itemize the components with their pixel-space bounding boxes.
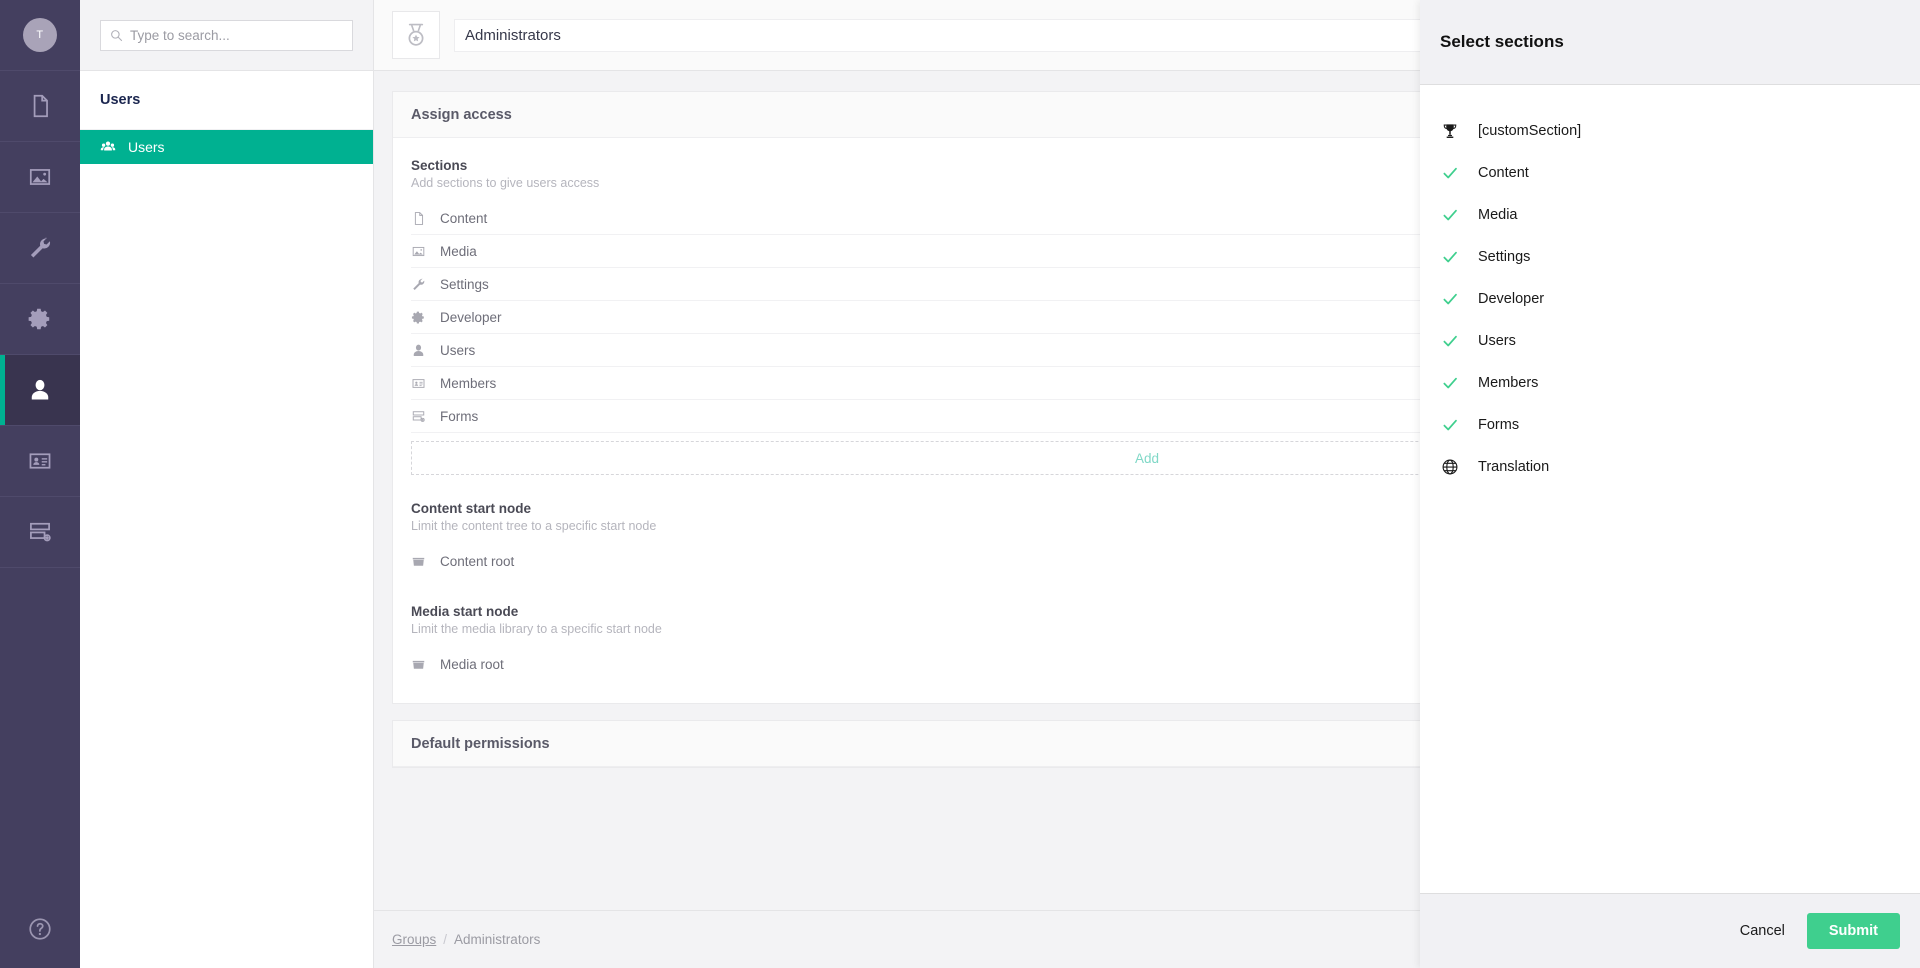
rail-spacer [0, 568, 80, 890]
rail-item-forms[interactable] [0, 497, 80, 568]
gear-icon [411, 311, 424, 323]
id-card-icon [29, 453, 51, 469]
rail-item-members[interactable] [0, 426, 80, 497]
sidebar-item-users[interactable]: Users [80, 130, 373, 164]
avatar[interactable]: T [23, 18, 57, 52]
user-icon [413, 344, 424, 356]
search-bar [80, 0, 373, 71]
trophy-icon [1440, 121, 1460, 141]
search-input[interactable] [130, 27, 343, 43]
check-icon [1440, 247, 1460, 267]
overlay-item-label: Members [1478, 375, 1539, 391]
document-icon [414, 211, 424, 225]
help-circle-icon [29, 918, 51, 940]
overlay-item-users[interactable]: Users [1440, 320, 1900, 362]
rail-item-users[interactable] [0, 355, 80, 426]
overlay-item-label: Forms [1478, 417, 1520, 433]
overlay-body: [customSection] Content Media Settings D… [1420, 85, 1920, 893]
submit-button[interactable]: Submit [1806, 913, 1900, 949]
cancel-button[interactable]: Cancel [1736, 915, 1789, 947]
tree-section-title: Users [80, 71, 373, 130]
check-icon [1440, 331, 1460, 351]
overlay-item-media[interactable]: Media [1440, 194, 1900, 236]
overlay-item-settings[interactable]: Settings [1440, 236, 1900, 278]
forms-icon [412, 410, 425, 422]
help-button[interactable] [0, 890, 80, 968]
medal-icon [408, 23, 424, 46]
umbraco-backoffice: T Type to search... Users Users Administ… [0, 0, 1920, 968]
overlay-item-label: Translation [1478, 459, 1550, 475]
avatar-container: T [0, 0, 80, 71]
sidebar-item-label: Users [128, 139, 165, 155]
breadcrumb-separator: / [443, 932, 448, 947]
group-icon-button[interactable] [392, 11, 440, 59]
overlay-footer: Cancel Submit [1420, 893, 1920, 968]
overlay-item-label: [customSection] [1478, 123, 1582, 139]
rail-item-content[interactable] [0, 71, 80, 142]
search-icon [111, 29, 123, 41]
users-group-icon [100, 141, 116, 151]
check-icon [1440, 205, 1460, 225]
image-icon [412, 246, 425, 256]
overlay-item-translation[interactable]: Translation [1440, 446, 1900, 488]
user-icon [31, 379, 49, 400]
tree-navigation-column: Users Users [80, 0, 374, 968]
globe-icon [1440, 457, 1460, 477]
folder-icon [412, 660, 425, 669]
check-icon [1440, 163, 1460, 183]
overlay-item-members[interactable]: Members [1440, 362, 1900, 404]
overlay-item-developer[interactable]: Developer [1440, 278, 1900, 320]
overlay-item-label: Content [1478, 165, 1529, 181]
rail-item-settings[interactable] [0, 213, 80, 284]
overlay-item-label: Media [1478, 207, 1518, 223]
rail-item-media[interactable] [0, 142, 80, 213]
app-rail: T [0, 0, 80, 968]
document-icon [33, 94, 48, 118]
image-icon [29, 169, 51, 185]
search-box[interactable] [100, 19, 353, 51]
check-icon [1440, 289, 1460, 309]
id-card-icon [412, 378, 425, 388]
check-icon [1440, 373, 1460, 393]
overlay-item-customsection[interactable]: [customSection] [1440, 110, 1900, 152]
breadcrumb-current: Administrators [454, 932, 541, 947]
overlay-title: Select sections [1440, 32, 1564, 51]
breadcrumb-groups-link[interactable]: Groups [392, 932, 436, 947]
select-sections-overlay: Select sections [customSection] Content … [1420, 0, 1920, 968]
wrench-icon [413, 277, 425, 290]
overlay-item-label: Developer [1478, 291, 1545, 307]
content-start-node-value: Content root [440, 554, 515, 569]
overlay-item-content[interactable]: Content [1440, 152, 1900, 194]
rail-item-developer[interactable] [0, 284, 80, 355]
gear-icon [28, 308, 50, 330]
overlay-header: Select sections [1420, 0, 1920, 85]
check-icon [1440, 415, 1460, 435]
wrench-icon [30, 237, 51, 258]
overlay-item-label: Settings [1478, 249, 1531, 265]
overlay-item-forms[interactable]: Forms [1440, 404, 1900, 446]
folder-icon [412, 557, 425, 566]
overlay-item-label: Users [1478, 333, 1516, 349]
forms-icon [30, 522, 51, 542]
media-start-node-value: Media root [440, 657, 504, 672]
